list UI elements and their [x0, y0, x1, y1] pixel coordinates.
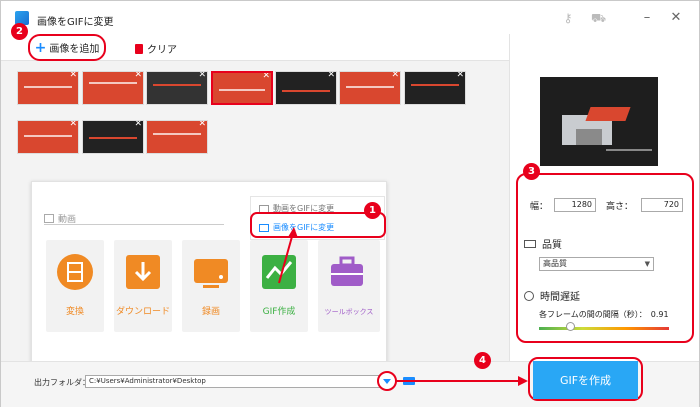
- settings-panel: 幅： 1280 高さ： 720 品質 高品質 ▼ 時間遅延 各フレームの間の間隔…: [509, 34, 699, 361]
- image-list-panel: ✕ ✕ ✕ ✕ ✕ ✕ ✕ ✕ ✕ ✕ 動画 変換 ダウンロード 録画 GIF作…: [1, 61, 509, 391]
- delay-label: 時間遅延: [540, 292, 580, 303]
- width-row: 幅： 1280: [530, 198, 597, 212]
- image-thumbnail[interactable]: ✕: [82, 71, 144, 105]
- add-image-button[interactable]: + 画像を追加: [28, 34, 106, 61]
- interval-slider[interactable]: [539, 327, 669, 330]
- output-folder-field[interactable]: C:¥Users¥Administrator¥Desktop: [85, 375, 381, 388]
- tile-label: 変換: [65, 307, 84, 317]
- toolbar: + 画像を追加 クリア: [1, 34, 509, 61]
- divider: [44, 224, 224, 225]
- width-label: 幅：: [530, 201, 549, 212]
- remove-icon[interactable]: ✕: [134, 121, 142, 129]
- key-icon[interactable]: ⚷: [561, 11, 575, 25]
- main-menu-popup: 動画 変換 ダウンロード 録画 GIF作成 ツールボックス 動画をGIFに変更 …: [31, 181, 387, 391]
- remove-icon[interactable]: ✕: [198, 72, 206, 80]
- tile-record[interactable]: 録画: [182, 240, 240, 332]
- quality-select[interactable]: 高品質 ▼: [539, 257, 654, 271]
- image-thumbnail[interactable]: ✕: [82, 120, 144, 154]
- app-title: 画像をGIFに変更: [37, 17, 114, 28]
- create-gif-highlight: GIFを作成: [528, 357, 643, 401]
- remove-icon[interactable]: ✕: [69, 121, 77, 129]
- toolbox-icon: [331, 256, 363, 286]
- remove-icon[interactable]: ✕: [456, 72, 464, 80]
- image-thumbnail[interactable]: ✕: [17, 71, 79, 105]
- film-icon: [57, 254, 93, 290]
- output-folder-label: 出力フォルダ：: [34, 378, 90, 387]
- image-thumbnail[interactable]: ✕: [275, 71, 337, 105]
- quality-label: 品質: [542, 240, 562, 251]
- tile-download[interactable]: ダウンロード: [114, 240, 172, 332]
- image-thumbnail[interactable]: ✕: [339, 71, 401, 105]
- image-thumbnail[interactable]: ✕: [146, 120, 208, 154]
- tile-convert[interactable]: 変換: [46, 240, 104, 332]
- output-dropdown-button[interactable]: [377, 371, 397, 391]
- clear-button[interactable]: クリア: [135, 41, 177, 56]
- remove-icon[interactable]: ✕: [198, 121, 206, 129]
- delay-row: 時間遅延: [524, 288, 580, 303]
- quality-icon: [524, 239, 536, 248]
- screen-record-icon: [194, 259, 228, 288]
- height-input[interactable]: 720: [641, 198, 684, 212]
- interval-value: 0.91: [650, 310, 669, 319]
- tile-label: ツールボックス: [324, 308, 374, 316]
- clear-label: クリア: [147, 45, 177, 56]
- cart-icon[interactable]: ⛟: [591, 11, 606, 25]
- folder-icon[interactable]: [403, 377, 415, 385]
- chevron-down-icon: ▼: [644, 260, 650, 268]
- width-input[interactable]: 1280: [554, 198, 597, 212]
- preview-image: [540, 77, 658, 166]
- close-window-button[interactable]: ✕: [667, 9, 685, 27]
- gif-icon: [262, 255, 296, 289]
- quality-value: 高品質: [543, 259, 567, 268]
- quality-row: 品質: [524, 236, 562, 251]
- image-thumbnail[interactable]: ✕: [17, 120, 79, 154]
- interval-label: 各フレームの間の間隔（秒）：: [539, 310, 647, 319]
- tile-label: ダウンロード: [115, 307, 170, 317]
- image-thumbnail[interactable]: ✕: [404, 71, 466, 105]
- download-icon: [126, 255, 160, 289]
- height-row: 高さ： 720: [606, 198, 684, 212]
- remove-icon[interactable]: ✕: [327, 72, 335, 80]
- tile-label: GIF作成: [262, 307, 296, 317]
- remove-icon[interactable]: ✕: [69, 72, 77, 80]
- clock-icon: [524, 290, 534, 301]
- tile-toolbox[interactable]: ツールボックス: [318, 240, 380, 332]
- height-label: 高さ：: [606, 201, 634, 212]
- tile-gif-maker[interactable]: GIF作成: [250, 240, 308, 332]
- step-badge-3: 3: [523, 163, 540, 180]
- tile-label: 録画: [201, 307, 220, 317]
- image-thumbnail[interactable]: ✕: [146, 71, 208, 105]
- remove-icon[interactable]: ✕: [262, 73, 270, 81]
- remove-icon[interactable]: ✕: [391, 72, 399, 80]
- video-icon: [44, 214, 54, 223]
- create-gif-button[interactable]: GIFを作成: [533, 361, 638, 399]
- remove-icon[interactable]: ✕: [134, 72, 142, 80]
- plus-icon: +: [34, 39, 47, 56]
- image-thumbnail-selected[interactable]: ✕: [211, 71, 273, 105]
- app-window: 画像をGIFに変更 ⚷ ⛟ – ✕ + 画像を追加 クリア ✕ ✕ ✕ ✕ ✕ …: [0, 0, 700, 407]
- chevron-down-icon: [383, 379, 391, 384]
- interval-row: 各フレームの間の間隔（秒）： 0.91: [539, 309, 669, 320]
- minimize-button[interactable]: –: [638, 9, 656, 27]
- add-image-label: 画像を追加: [49, 44, 100, 55]
- slider-handle[interactable]: [566, 322, 575, 331]
- step-badge-1: 1: [364, 202, 381, 219]
- trash-icon: [135, 43, 143, 54]
- step-badge-4: 4: [474, 352, 491, 369]
- step-badge-2: 2: [11, 23, 28, 40]
